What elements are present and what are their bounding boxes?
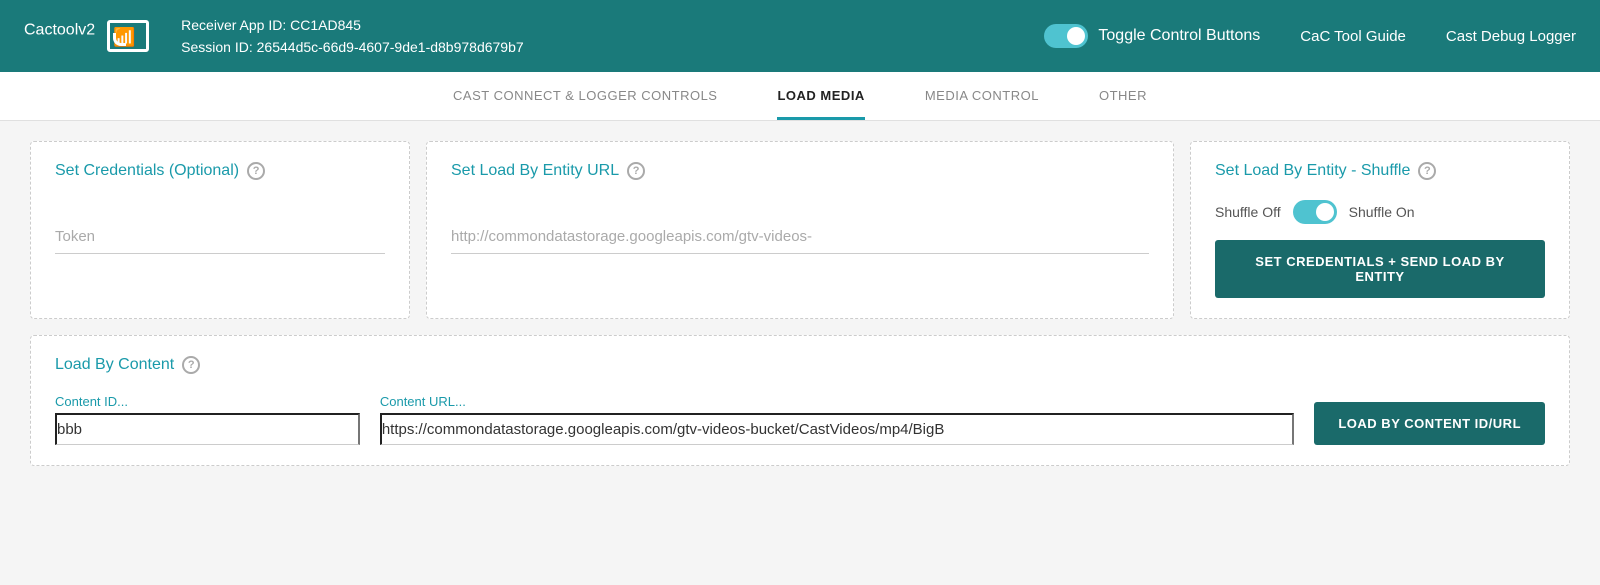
shuffle-on-label: Shuffle On — [1349, 204, 1415, 220]
receiver-info: Receiver App ID: CC1AD845 — [181, 14, 1024, 36]
tab-cast-connect[interactable]: CAST CONNECT & LOGGER CONTROLS — [453, 72, 717, 120]
shuffle-off-label: Shuffle Off — [1215, 204, 1281, 220]
content-id-label: Content ID... — [55, 394, 360, 409]
shuffle-title-text: Set Load By Entity - Shuffle — [1215, 162, 1410, 180]
entity-url-card: Set Load By Entity URL ? — [426, 141, 1174, 319]
main-content: Set Credentials (Optional) ? Set Load By… — [0, 121, 1600, 486]
cast-debug-logger-link[interactable]: Cast Debug Logger — [1446, 28, 1576, 45]
logo-version: v2 — [78, 22, 95, 39]
shuffle-card: Set Load By Entity - Shuffle ? Shuffle O… — [1190, 141, 1570, 319]
top-cards-row: Set Credentials (Optional) ? Set Load By… — [30, 141, 1570, 319]
session-id: 26544d5c-66d9-4607-9de1-d8b978d679b7 — [257, 39, 524, 55]
tab-other[interactable]: OTHER — [1099, 72, 1147, 120]
shuffle-card-title: Set Load By Entity - Shuffle ? — [1215, 162, 1545, 180]
entity-url-title-text: Set Load By Entity URL — [451, 162, 619, 180]
load-content-card-title: Load By Content ? — [55, 356, 1545, 374]
tab-media-control[interactable]: MEDIA CONTROL — [925, 72, 1039, 120]
credentials-card-title: Set Credentials (Optional) ? — [55, 162, 385, 180]
header-links: CaC Tool Guide Cast Debug Logger — [1300, 28, 1576, 45]
load-content-title-text: Load By Content — [55, 356, 174, 374]
token-input[interactable] — [55, 220, 385, 254]
toggle-label: Toggle Control Buttons — [1098, 27, 1260, 45]
load-content-row: Content ID... Content URL... LOAD BY CON… — [55, 394, 1545, 445]
header-info: Receiver App ID: CC1AD845 Session ID: 26… — [181, 14, 1024, 59]
content-url-input[interactable] — [380, 413, 1295, 445]
shuffle-toggle-row: Shuffle Off Shuffle On — [1215, 200, 1545, 224]
entity-url-help-icon[interactable]: ? — [627, 162, 645, 180]
cac-tool-guide-link[interactable]: CaC Tool Guide — [1300, 28, 1406, 45]
credentials-help-icon[interactable]: ? — [247, 162, 265, 180]
toggle-control-buttons[interactable] — [1044, 24, 1088, 48]
load-content-button[interactable]: LOAD BY CONTENT ID/URL — [1314, 402, 1545, 445]
session-info: Session ID: 26544d5c-66d9-4607-9de1-d8b9… — [181, 36, 1024, 58]
load-content-help-icon[interactable]: ? — [182, 356, 200, 374]
shuffle-help-icon[interactable]: ? — [1418, 162, 1436, 180]
app-header: Cactoolv2 📶 Receiver App ID: CC1AD845 Se… — [0, 0, 1600, 72]
shuffle-toggle[interactable] — [1293, 200, 1337, 224]
entity-url-card-title: Set Load By Entity URL ? — [451, 162, 1149, 180]
send-load-by-entity-button[interactable]: SET CREDENTIALS + SEND LOAD BY ENTITY — [1215, 240, 1545, 298]
receiver-id: CC1AD845 — [290, 17, 361, 33]
cast-icon: 📶 — [107, 20, 149, 52]
content-url-col: Content URL... — [380, 394, 1295, 445]
load-content-card: Load By Content ? Content ID... Content … — [30, 335, 1570, 466]
receiver-label: Receiver App ID: — [181, 17, 286, 33]
main-tabs: CAST CONNECT & LOGGER CONTROLS LOAD MEDI… — [0, 72, 1600, 121]
content-id-col: Content ID... — [55, 394, 360, 445]
logo-name-text: Cactool — [24, 22, 78, 39]
credentials-title-text: Set Credentials (Optional) — [55, 162, 239, 180]
tab-load-media[interactable]: LOAD MEDIA — [777, 72, 864, 120]
toggle-area: Toggle Control Buttons — [1044, 24, 1260, 48]
logo-area: Cactoolv2 📶 — [24, 20, 149, 52]
session-label: Session ID: — [181, 39, 253, 55]
app-logo: Cactoolv2 — [24, 20, 95, 52]
content-url-label: Content URL... — [380, 394, 1295, 409]
wifi-icon: 📶 — [113, 28, 135, 46]
entity-url-input[interactable] — [451, 220, 1149, 254]
credentials-card: Set Credentials (Optional) ? — [30, 141, 410, 319]
content-id-input[interactable] — [55, 413, 360, 445]
